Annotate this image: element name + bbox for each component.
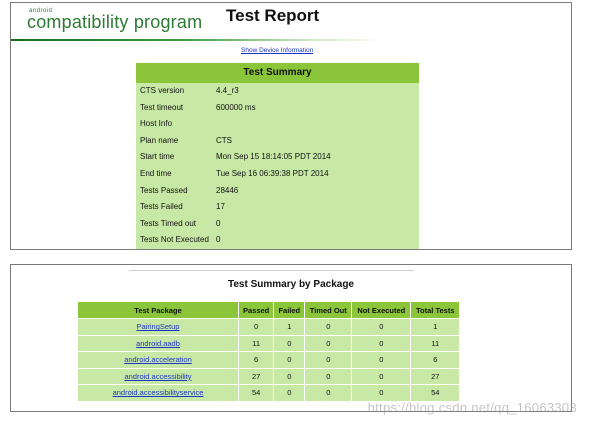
not-executed-cell: 0 xyxy=(351,384,412,402)
test-summary-table: Test Summary CTS version 4.4_r3 Test tim… xyxy=(136,63,419,249)
summary-label: Start time xyxy=(140,152,175,162)
column-header-failed: Failed xyxy=(273,301,306,319)
compatibility-program-logo: compatibility program xyxy=(27,12,203,32)
summary-label: Tests Timed out xyxy=(140,218,197,228)
summary-value: 600000 ms xyxy=(216,102,256,112)
summary-label: Tests Not Executed xyxy=(140,235,209,245)
table-header-row: Test Package Passed Failed Timed Out Not… xyxy=(77,301,461,319)
passed-cell: 0 xyxy=(237,318,275,336)
package-link[interactable]: android.accessibility xyxy=(77,367,239,385)
passed-cell: 6 xyxy=(237,351,275,369)
summary-label: Tests Failed xyxy=(140,202,183,212)
summary-value: Mon Sep 15 18:14:05 PDT 2014 xyxy=(216,152,331,162)
not-executed-cell: 0 xyxy=(351,318,412,336)
not-executed-cell: 0 xyxy=(351,351,412,369)
package-link[interactable]: android.accessibilityservice xyxy=(77,384,239,402)
package-link[interactable]: PairingSetup xyxy=(77,318,239,336)
passed-cell: 27 xyxy=(237,367,275,385)
page-title: Test Report xyxy=(226,6,320,25)
package-divider xyxy=(129,270,414,271)
summary-row: Tests Timed out 0 xyxy=(136,216,419,233)
total-tests-cell: 1 xyxy=(410,318,461,336)
table-row: android.accessibilityservice 54 0 0 0 54 xyxy=(77,384,461,402)
total-tests-cell: 6 xyxy=(410,351,461,369)
passed-cell: 11 xyxy=(237,334,275,352)
failed-cell: 0 xyxy=(273,384,306,402)
summary-value: 0 xyxy=(216,218,221,228)
summary-label: Plan name xyxy=(140,135,179,145)
failed-cell: 0 xyxy=(273,351,306,369)
summary-row: Start time Mon Sep 15 18:14:05 PDT 2014 xyxy=(136,149,419,166)
summary-row: Host Info xyxy=(136,116,419,133)
summary-row: Tests Passed 28446 xyxy=(136,183,419,200)
table-row: PairingSetup 0 1 0 0 1 xyxy=(77,318,461,336)
failed-cell: 0 xyxy=(273,334,306,352)
timed-out-cell: 0 xyxy=(304,351,353,369)
timed-out-cell: 0 xyxy=(304,384,353,402)
timed-out-cell: 0 xyxy=(304,367,353,385)
summary-value: 28446 xyxy=(216,185,239,195)
package-summary-panel: Test Summary by Package Test Package Pas… xyxy=(10,264,572,412)
column-header-package: Test Package xyxy=(77,301,239,319)
failed-cell: 0 xyxy=(273,367,306,385)
summary-row: CTS version 4.4_r3 xyxy=(136,83,419,100)
column-header-not-executed: Not Executed xyxy=(351,301,412,319)
summary-label: Host Info xyxy=(140,119,173,129)
package-summary-title: Test Summary by Package xyxy=(228,279,354,290)
table-row: android.aadb 11 0 0 0 11 xyxy=(77,334,461,352)
summary-row: Tests Failed 17 xyxy=(136,199,419,216)
header-divider xyxy=(11,39,386,41)
column-header-passed: Passed xyxy=(237,301,275,319)
timed-out-cell: 0 xyxy=(304,334,353,352)
package-link[interactable]: android.acceleration xyxy=(77,351,239,369)
watermark-text: https://blog.csdn.net/qq_16063303 xyxy=(367,400,577,415)
summary-value: 4.4_r3 xyxy=(216,86,239,95)
summary-label: Test timeout xyxy=(140,102,184,112)
test-report-panel: android compatibility program Test Repor… xyxy=(10,2,572,250)
column-header-timed-out: Timed Out xyxy=(304,301,353,319)
summary-row: Test timeout 600000 ms xyxy=(136,100,419,117)
summary-value: CTS xyxy=(216,135,232,145)
total-tests-cell: 27 xyxy=(410,367,461,385)
summary-row: Tests Not Executed 0 xyxy=(136,232,419,249)
package-summary-table: Test Package Passed Failed Timed Out Not… xyxy=(77,301,461,402)
summary-row: Plan name CTS xyxy=(136,133,419,150)
summary-value: 0 xyxy=(216,235,221,245)
summary-value: 17 xyxy=(216,202,225,212)
total-tests-cell: 54 xyxy=(410,384,461,402)
summary-label: Tests Passed xyxy=(140,185,188,195)
total-tests-cell: 11 xyxy=(410,334,461,352)
column-header-total-tests: Total Tests xyxy=(410,301,461,319)
passed-cell: 54 xyxy=(237,384,275,402)
summary-label: End time xyxy=(140,168,172,178)
summary-label: CTS version xyxy=(140,86,185,95)
failed-cell: 1 xyxy=(273,318,306,336)
table-row: android.accessibility 27 0 0 0 27 xyxy=(77,367,461,385)
package-link[interactable]: android.aadb xyxy=(77,334,239,352)
table-row: android.acceleration 6 0 0 0 6 xyxy=(77,351,461,369)
test-summary-title: Test Summary xyxy=(136,63,419,83)
summary-row: End time Tue Sep 16 06:39:38 PDT 2014 xyxy=(136,166,419,183)
not-executed-cell: 0 xyxy=(351,334,412,352)
show-device-info-link[interactable]: Show Device Information xyxy=(241,47,313,54)
not-executed-cell: 0 xyxy=(351,367,412,385)
timed-out-cell: 0 xyxy=(304,318,353,336)
summary-value: Tue Sep 16 06:39:38 PDT 2014 xyxy=(216,168,329,178)
